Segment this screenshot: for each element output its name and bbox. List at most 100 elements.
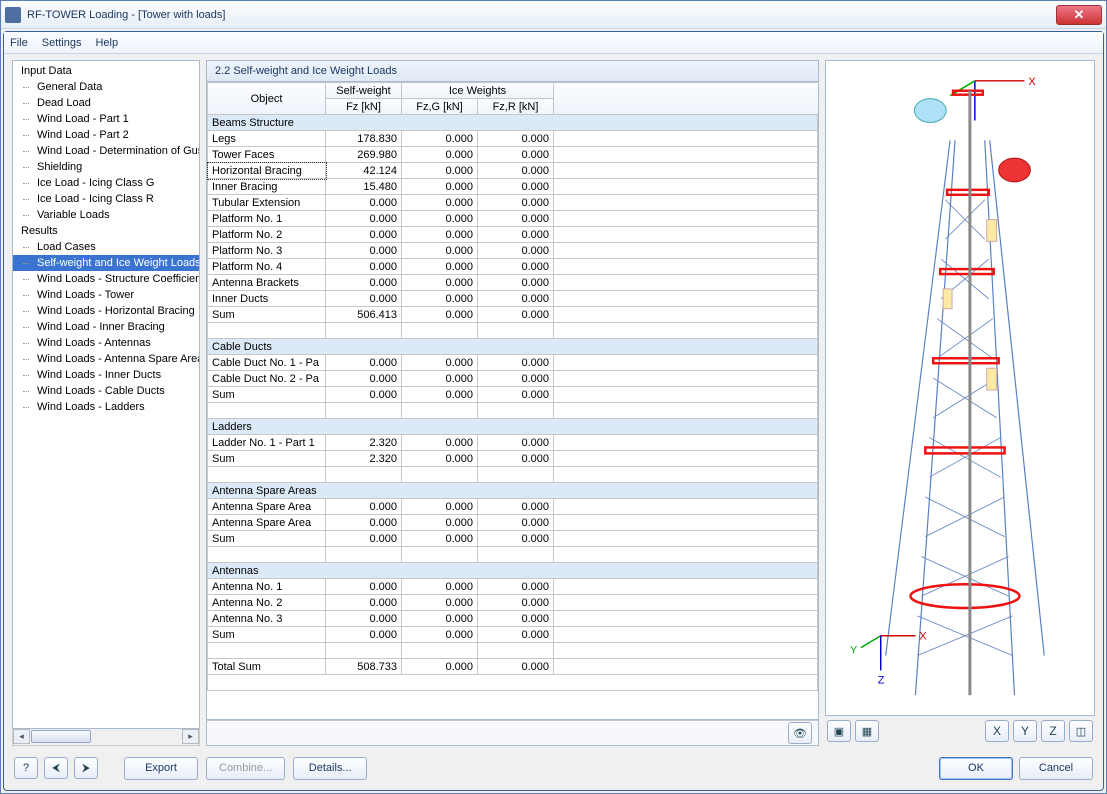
tree-item[interactable]: General Data (13, 79, 199, 95)
scroll-left-arrow[interactable]: ◂ (13, 729, 30, 744)
table-row[interactable]: Legs178.8300.0000.000 (208, 131, 818, 147)
table-row[interactable]: Tower Faces269.9800.0000.000 (208, 147, 818, 163)
table-row[interactable]: Horizontal Bracing42.1240.0000.000 (208, 163, 818, 179)
tree-item[interactable]: Wind Loads - Inner Ducts (13, 367, 199, 383)
table-row[interactable]: Cable Duct No. 2 - Pa0.0000.0000.000 (208, 371, 818, 387)
close-button[interactable]: ✕ (1056, 5, 1102, 25)
cancel-button[interactable]: Cancel (1019, 757, 1093, 780)
ok-button[interactable]: OK (939, 757, 1013, 780)
table-row[interactable]: Cable Duct No. 1 - Pa0.0000.0000.000 (208, 355, 818, 371)
tree-item[interactable]: Wind Loads - Antenna Spare Areas (13, 351, 199, 367)
scroll-right-arrow[interactable]: ▸ (182, 729, 199, 744)
colgrp-ice: Ice Weights (402, 83, 554, 99)
details-button[interactable]: Details... (293, 757, 367, 780)
viewer-btn-1[interactable]: ▣ (827, 720, 851, 742)
tree-h-scrollbar[interactable]: ◂ ▸ (12, 729, 200, 746)
tree-item[interactable]: Wind Load - Part 1 (13, 111, 199, 127)
help-button[interactable]: ? (14, 757, 38, 779)
tree-item[interactable]: Self-weight and Ice Weight Loads (13, 255, 199, 271)
tree-input-header[interactable]: Input Data (13, 63, 199, 79)
col-fz: Fz [kN] (326, 99, 402, 115)
window-title: RF-TOWER Loading - [Tower with loads] (27, 9, 225, 21)
table-row[interactable]: Tubular Extension0.0000.0000.000 (208, 195, 818, 211)
tree-item[interactable]: Shielding (13, 159, 199, 175)
table-row[interactable]: Ladder No. 1 - Part 12.3200.0000.000 (208, 435, 818, 451)
view-z-button[interactable]: Z (1041, 720, 1065, 742)
viewer-btn-2[interactable]: ▦ (855, 720, 879, 742)
view-y-button[interactable]: Y (1013, 720, 1037, 742)
next-button[interactable]: ⮞ (74, 757, 98, 779)
scroll-thumb[interactable] (31, 730, 91, 743)
tree-item[interactable]: Wind Loads - Cable Ducts (13, 383, 199, 399)
app-window: RF-TOWER Loading - [Tower with loads] ✕ … (0, 0, 1107, 794)
view-iso-button[interactable]: ◫ (1069, 720, 1093, 742)
axis-y-label: Y (850, 645, 858, 657)
tree-item[interactable]: Wind Loads - Tower (13, 287, 199, 303)
table-row[interactable]: Sum0.0000.0000.000 (208, 387, 818, 403)
tree-item[interactable]: Wind Loads - Structure Coefficients (13, 271, 199, 287)
table-row[interactable]: Antenna No. 10.0000.0000.000 (208, 579, 818, 595)
table-row[interactable]: Platform No. 30.0000.0000.000 (208, 243, 818, 259)
col-fzr: Fz,R [kN] (478, 99, 554, 115)
axis-x-label: X (1028, 76, 1036, 88)
group-header: Antennas (208, 563, 818, 579)
col-fzg: Fz,G [kN] (402, 99, 478, 115)
col-object: Object (208, 83, 326, 115)
table-row[interactable]: Platform No. 10.0000.0000.000 (208, 211, 818, 227)
table-row[interactable]: Sum0.0000.0000.000 (208, 627, 818, 643)
tree-item[interactable]: Wind Load - Part 2 (13, 127, 199, 143)
prev-button[interactable]: ⮜ (44, 757, 68, 779)
table-row[interactable]: Antenna No. 30.0000.0000.000 (208, 611, 818, 627)
results-table[interactable]: Object Self-weight Ice Weights Fz [kN] F… (206, 82, 819, 720)
table-row[interactable]: Antenna Spare Area0.0000.0000.000 (208, 515, 818, 531)
eye-icon: 👁 (793, 727, 807, 740)
tree-item[interactable]: Wind Loads - Antennas (13, 335, 199, 351)
menu-settings[interactable]: Settings (42, 37, 82, 49)
group-header: Beams Structure (208, 115, 818, 131)
navigation-tree[interactable]: Input Data General DataDead LoadWind Loa… (12, 60, 200, 729)
table-row[interactable]: Sum0.0000.0000.000 (208, 531, 818, 547)
tree-item[interactable]: Variable Loads (13, 207, 199, 223)
section-title: 2.2 Self-weight and Ice Weight Loads (206, 60, 819, 82)
menu-help[interactable]: Help (95, 37, 118, 49)
table-row[interactable]: Platform No. 40.0000.0000.000 (208, 259, 818, 275)
model-viewer[interactable]: X (825, 60, 1095, 716)
tree-item[interactable]: Ice Load - Icing Class R (13, 191, 199, 207)
view-toggle-button[interactable]: 👁 (788, 722, 812, 744)
cube2-icon: ▦ (862, 725, 872, 738)
arrow-right-icon: ⮞ (82, 762, 90, 775)
table-row[interactable]: Sum2.3200.0000.000 (208, 451, 818, 467)
arrow-left-icon: ⮜ (52, 762, 60, 775)
table-row[interactable]: Platform No. 20.0000.0000.000 (208, 227, 818, 243)
tree-item[interactable]: Wind Load - Determination of Gust (13, 143, 199, 159)
tree-item[interactable]: Wind Loads - Horizontal Bracing (13, 303, 199, 319)
colgrp-self: Self-weight (326, 83, 402, 99)
group-header: Cable Ducts (208, 339, 818, 355)
cube-icon: ▣ (834, 725, 844, 738)
help-icon: ? (23, 762, 29, 774)
tree-item[interactable]: Load Cases (13, 239, 199, 255)
table-row[interactable]: Antenna Spare Area0.0000.0000.000 (208, 499, 818, 515)
group-header: Ladders (208, 419, 818, 435)
view-x-button[interactable]: X (985, 720, 1009, 742)
tree-results-header[interactable]: Results (13, 223, 199, 239)
group-header: Antenna Spare Areas (208, 483, 818, 499)
combine-button: Combine... (206, 757, 285, 780)
tree-item[interactable]: Ice Load - Icing Class G (13, 175, 199, 191)
table-row[interactable]: Inner Bracing15.4800.0000.000 (208, 179, 818, 195)
menu-file[interactable]: File (10, 37, 28, 49)
iso-icon: ◫ (1076, 725, 1086, 738)
tree-item[interactable]: Wind Loads - Ladders (13, 399, 199, 415)
export-button[interactable]: Export (124, 757, 198, 780)
table-row[interactable]: Antenna No. 20.0000.0000.000 (208, 595, 818, 611)
svg-text:X: X (919, 631, 927, 643)
title-bar: RF-TOWER Loading - [Tower with loads] ✕ (1, 1, 1106, 29)
table-row[interactable]: Inner Ducts0.0000.0000.000 (208, 291, 818, 307)
tree-item[interactable]: Wind Load - Inner Bracing (13, 319, 199, 335)
axis-z-label: Z (878, 674, 885, 686)
table-row[interactable]: Total Sum508.7330.0000.000 (208, 659, 818, 675)
table-row[interactable]: Sum506.4130.0000.000 (208, 307, 818, 323)
tree-item[interactable]: Dead Load (13, 95, 199, 111)
menu-bar: File Settings Help (4, 32, 1103, 54)
table-row[interactable]: Antenna Brackets0.0000.0000.000 (208, 275, 818, 291)
